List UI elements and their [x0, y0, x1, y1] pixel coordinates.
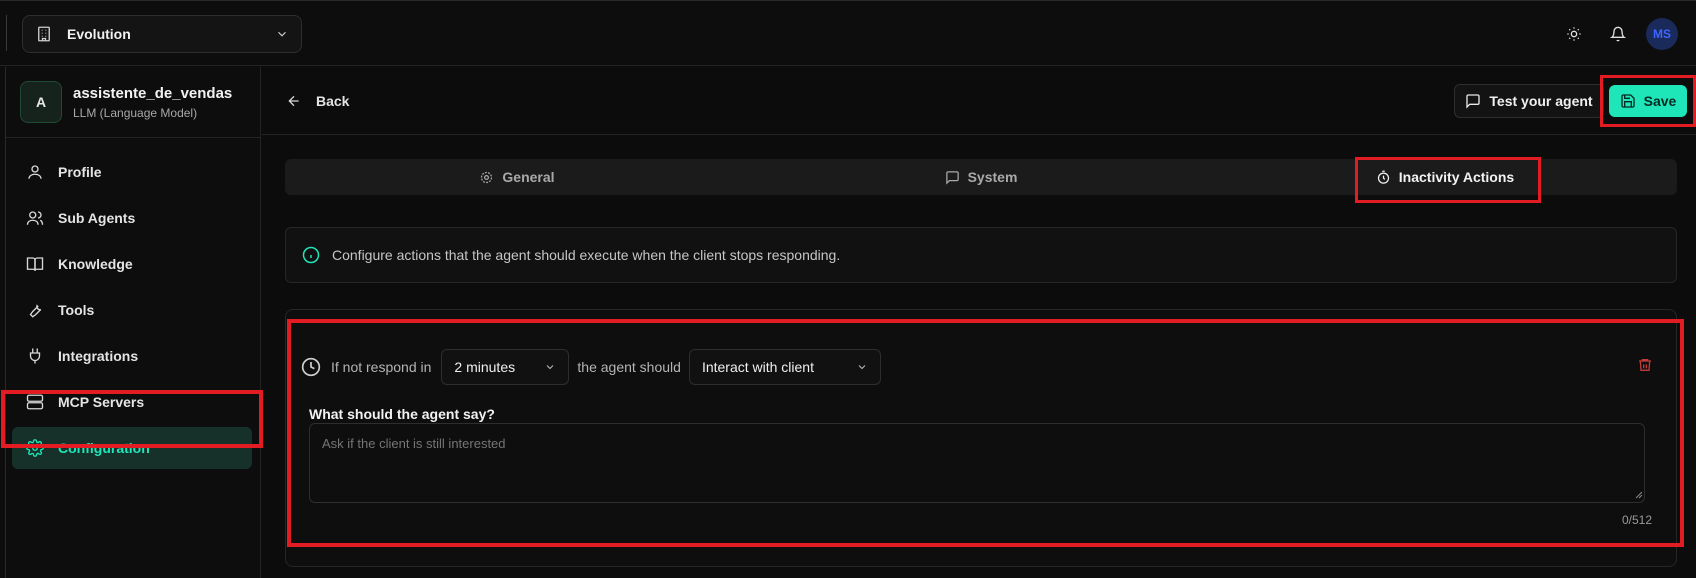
divider [5, 67, 6, 578]
divider [6, 137, 260, 138]
tab-general[interactable]: General [285, 159, 749, 195]
agent-name: assistente_de_vendas [73, 84, 233, 102]
save-label: Save [1643, 93, 1677, 109]
message-icon [1465, 93, 1481, 109]
sidebar: A assistente_de_vendas LLM (Language Mod… [0, 67, 261, 578]
save-icon [1620, 93, 1636, 109]
chevron-down-icon [275, 27, 289, 41]
gear-icon [479, 170, 494, 185]
sidebar-item-tools[interactable]: Tools [12, 289, 252, 331]
back-label: Back [316, 93, 350, 109]
highlight-box: Save [1600, 75, 1696, 127]
tab-bar: General System Inactivity Actions [285, 159, 1677, 195]
user-icon [26, 163, 44, 181]
divider [6, 15, 7, 51]
sidebar-item-sub-agents[interactable]: Sub Agents [12, 197, 252, 239]
tab-label: System [967, 169, 1018, 185]
plug-icon [26, 347, 44, 365]
arrow-left-icon [286, 93, 302, 109]
save-button[interactable]: Save [1609, 85, 1687, 117]
sidebar-item-integrations[interactable]: Integrations [12, 335, 252, 377]
timer-icon [1376, 170, 1391, 185]
sidebar-item-profile[interactable]: Profile [12, 151, 252, 193]
bell-icon [1610, 26, 1626, 42]
organization-select[interactable]: Evolution [22, 15, 302, 53]
agent-avatar: A [20, 81, 62, 123]
tab-label: Inactivity Actions [1398, 169, 1515, 185]
user-avatar[interactable]: MS [1646, 18, 1678, 50]
top-bar: Evolution MS [0, 0, 1696, 66]
sidebar-item-knowledge[interactable]: Knowledge [12, 243, 252, 285]
sun-icon [1566, 26, 1582, 42]
highlight-box [287, 319, 1684, 547]
sidebar-item-label: Sub Agents [58, 210, 136, 226]
sidebar-item-label: Knowledge [58, 256, 133, 272]
back-button[interactable]: Back [286, 87, 349, 115]
info-icon [302, 246, 320, 264]
main-header: Back Test your agent Save [262, 67, 1696, 135]
theme-toggle-button[interactable] [1558, 18, 1590, 50]
tab-label: General [502, 169, 555, 185]
tab-inactivity-actions[interactable]: Inactivity Actions [1213, 159, 1677, 195]
test-agent-label: Test your agent [1489, 93, 1593, 109]
info-text: Configure actions that the agent should … [332, 247, 841, 263]
sidebar-item-label: Integrations [58, 348, 139, 364]
message-icon [945, 170, 960, 185]
tab-system[interactable]: System [749, 159, 1213, 195]
info-banner: Configure actions that the agent should … [285, 227, 1677, 283]
agent-type: LLM (Language Model) [73, 105, 198, 120]
building-icon [35, 25, 53, 43]
book-icon [26, 255, 44, 273]
agent-header: A assistente_de_vendas LLM (Language Mod… [20, 81, 232, 123]
organization-name: Evolution [67, 26, 131, 42]
sidebar-item-label: Tools [58, 302, 95, 318]
users-icon [26, 209, 44, 227]
wrench-icon [26, 301, 44, 319]
main-content: Back Test your agent Save General System… [262, 67, 1696, 578]
test-agent-button[interactable]: Test your agent [1454, 84, 1604, 118]
highlight-box [1, 390, 263, 448]
notifications-button[interactable] [1602, 18, 1634, 50]
sidebar-item-label: Profile [58, 164, 102, 180]
